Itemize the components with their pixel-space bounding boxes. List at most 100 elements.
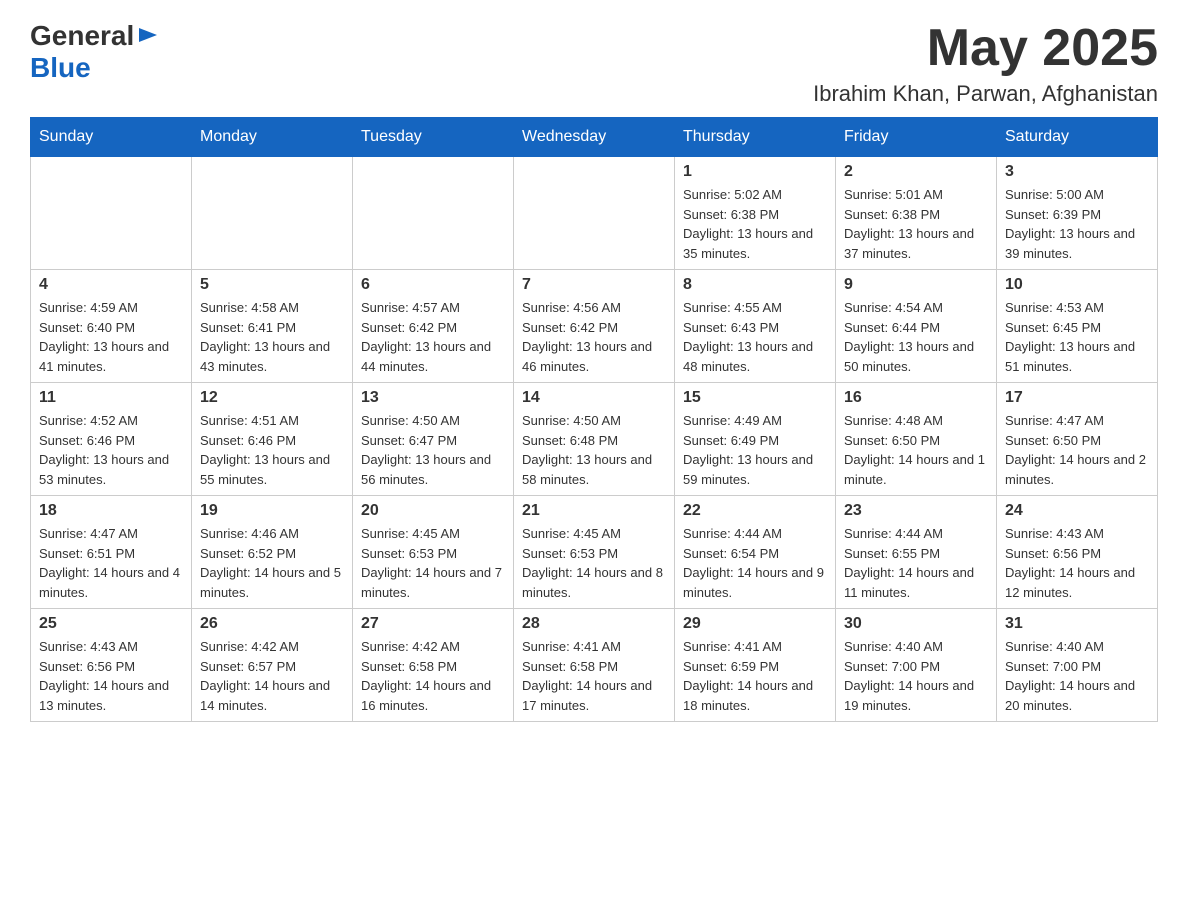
day-number: 11 — [39, 389, 183, 407]
day-info: Sunrise: 4:48 AMSunset: 6:50 PMDaylight:… — [844, 411, 988, 489]
day-info: Sunrise: 5:01 AMSunset: 6:38 PMDaylight:… — [844, 185, 988, 263]
calendar-week-row: 1 Sunrise: 5:02 AMSunset: 6:38 PMDaylight… — [31, 157, 1158, 270]
day-number: 17 — [1005, 389, 1149, 407]
table-row: 6 Sunrise: 4:57 AMSunset: 6:42 PMDaylight… — [353, 270, 514, 383]
day-number: 25 — [39, 615, 183, 633]
table-row: 20 Sunrise: 4:45 AMSunset: 6:53 PMDayligh… — [353, 496, 514, 609]
table-row: 25 Sunrise: 4:43 AMSunset: 6:56 PMDayligh… — [31, 609, 192, 722]
calendar-table: Sunday Monday Tuesday Wednesday Thursday… — [30, 117, 1158, 722]
day-info: Sunrise: 4:57 AMSunset: 6:42 PMDaylight:… — [361, 298, 505, 376]
day-number: 14 — [522, 389, 666, 407]
day-number: 6 — [361, 276, 505, 294]
day-number: 28 — [522, 615, 666, 633]
day-info: Sunrise: 4:54 AMSunset: 6:44 PMDaylight:… — [844, 298, 988, 376]
logo: General Blue — [30, 20, 159, 84]
day-number: 12 — [200, 389, 344, 407]
day-info: Sunrise: 4:52 AMSunset: 6:46 PMDaylight:… — [39, 411, 183, 489]
table-row: 13Sunrise: 4:50 AMSunset: 6:47 PMDayligh… — [353, 383, 514, 496]
table-row: 28Sunrise: 4:41 AMSunset: 6:58 PMDayligh… — [514, 609, 675, 722]
day-number: 29 — [683, 615, 827, 633]
calendar-week-row: 11 Sunrise: 4:52 AMSunset: 6:46 PMDayligh… — [31, 383, 1158, 496]
day-info: Sunrise: 4:50 AMSunset: 6:48 PMDaylight:… — [522, 411, 666, 489]
day-number: 23 — [844, 502, 988, 520]
day-number: 8 — [683, 276, 827, 294]
day-number: 27 — [361, 615, 505, 633]
table-row: 29 Sunrise: 4:41 AMSunset: 6:59 PMDayligh… — [675, 609, 836, 722]
table-row — [31, 157, 192, 270]
day-number: 7 — [522, 276, 666, 294]
day-info: Sunrise: 4:46 AMSunset: 6:52 PMDaylight:… — [200, 524, 344, 602]
day-number: 9 — [844, 276, 988, 294]
calendar-week-row: 4Sunrise: 4:59 AMSunset: 6:40 PMDaylight… — [31, 270, 1158, 383]
table-row: 23Sunrise: 4:44 AMSunset: 6:55 PMDayligh… — [836, 496, 997, 609]
calendar-week-row: 25 Sunrise: 4:43 AMSunset: 6:56 PMDayligh… — [31, 609, 1158, 722]
day-info: Sunrise: 4:45 AMSunset: 6:53 PMDaylight:… — [522, 524, 666, 602]
day-info: Sunrise: 4:47 AMSunset: 6:50 PMDaylight:… — [1005, 411, 1149, 489]
calendar-header-row: Sunday Monday Tuesday Wednesday Thursday… — [31, 118, 1158, 157]
day-number: 31 — [1005, 615, 1149, 633]
header-sunday: Sunday — [31, 118, 192, 157]
table-row: 17 Sunrise: 4:47 AMSunset: 6:50 PMDayligh… — [997, 383, 1158, 496]
day-number: 24 — [1005, 502, 1149, 520]
header-monday: Monday — [192, 118, 353, 157]
table-row: 31Sunrise: 4:40 AMSunset: 7:00 PMDayligh… — [997, 609, 1158, 722]
table-row: 3Sunrise: 5:00 AMSunset: 6:39 PMDaylight… — [997, 157, 1158, 270]
day-info: Sunrise: 4:51 AMSunset: 6:46 PMDaylight:… — [200, 411, 344, 489]
day-number: 16 — [844, 389, 988, 407]
table-row: 2 Sunrise: 5:01 AMSunset: 6:38 PMDaylight… — [836, 157, 997, 270]
table-row: 4Sunrise: 4:59 AMSunset: 6:40 PMDaylight… — [31, 270, 192, 383]
table-row: 7 Sunrise: 4:56 AMSunset: 6:42 PMDaylight… — [514, 270, 675, 383]
calendar-week-row: 18Sunrise: 4:47 AMSunset: 6:51 PMDayligh… — [31, 496, 1158, 609]
day-number: 2 — [844, 163, 988, 181]
table-row: 30Sunrise: 4:40 AMSunset: 7:00 PMDayligh… — [836, 609, 997, 722]
logo-general: General — [30, 20, 134, 52]
table-row: 14 Sunrise: 4:50 AMSunset: 6:48 PMDayligh… — [514, 383, 675, 496]
header-wednesday: Wednesday — [514, 118, 675, 157]
day-number: 21 — [522, 502, 666, 520]
header-tuesday: Tuesday — [353, 118, 514, 157]
day-info: Sunrise: 4:58 AMSunset: 6:41 PMDaylight:… — [200, 298, 344, 376]
table-row: 19 Sunrise: 4:46 AMSunset: 6:52 PMDayligh… — [192, 496, 353, 609]
day-number: 30 — [844, 615, 988, 633]
header-friday: Friday — [836, 118, 997, 157]
table-row: 10 Sunrise: 4:53 AMSunset: 6:45 PMDayligh… — [997, 270, 1158, 383]
day-info: Sunrise: 4:43 AMSunset: 6:56 PMDaylight:… — [1005, 524, 1149, 602]
day-number: 5 — [200, 276, 344, 294]
day-info: Sunrise: 4:41 AMSunset: 6:59 PMDaylight:… — [683, 637, 827, 715]
table-row — [353, 157, 514, 270]
table-row: 18Sunrise: 4:47 AMSunset: 6:51 PMDayligh… — [31, 496, 192, 609]
title-section: May 2025 Ibrahim Khan, Parwan, Afghanist… — [813, 20, 1158, 107]
table-row: 15 Sunrise: 4:49 AMSunset: 6:49 PMDayligh… — [675, 383, 836, 496]
page-header: General Blue May 2025 Ibrahim Khan, Parw… — [30, 20, 1158, 107]
table-row: 12 Sunrise: 4:51 AMSunset: 6:46 PMDayligh… — [192, 383, 353, 496]
day-number: 10 — [1005, 276, 1149, 294]
table-row: 27Sunrise: 4:42 AMSunset: 6:58 PMDayligh… — [353, 609, 514, 722]
day-number: 13 — [361, 389, 505, 407]
location-title: Ibrahim Khan, Parwan, Afghanistan — [813, 81, 1158, 107]
table-row: 5 Sunrise: 4:58 AMSunset: 6:41 PMDaylight… — [192, 270, 353, 383]
day-number: 26 — [200, 615, 344, 633]
logo-arrow-icon — [137, 24, 159, 46]
table-row — [514, 157, 675, 270]
table-row: 21 Sunrise: 4:45 AMSunset: 6:53 PMDayligh… — [514, 496, 675, 609]
header-saturday: Saturday — [997, 118, 1158, 157]
day-number: 20 — [361, 502, 505, 520]
table-row: 9 Sunrise: 4:54 AMSunset: 6:44 PMDaylight… — [836, 270, 997, 383]
day-info: Sunrise: 5:02 AMSunset: 6:38 PMDaylight:… — [683, 185, 827, 263]
day-number: 19 — [200, 502, 344, 520]
day-info: Sunrise: 4:53 AMSunset: 6:45 PMDaylight:… — [1005, 298, 1149, 376]
table-row — [192, 157, 353, 270]
table-row: 24 Sunrise: 4:43 AMSunset: 6:56 PMDayligh… — [997, 496, 1158, 609]
day-info: Sunrise: 4:44 AMSunset: 6:54 PMDaylight:… — [683, 524, 827, 602]
day-number: 18 — [39, 502, 183, 520]
day-number: 15 — [683, 389, 827, 407]
day-number: 4 — [39, 276, 183, 294]
day-info: Sunrise: 4:56 AMSunset: 6:42 PMDaylight:… — [522, 298, 666, 376]
day-number: 1 — [683, 163, 827, 181]
day-info: Sunrise: 4:43 AMSunset: 6:56 PMDaylight:… — [39, 637, 183, 715]
table-row: 8Sunrise: 4:55 AMSunset: 6:43 PMDaylight… — [675, 270, 836, 383]
day-info: Sunrise: 4:45 AMSunset: 6:53 PMDaylight:… — [361, 524, 505, 602]
day-info: Sunrise: 4:49 AMSunset: 6:49 PMDaylight:… — [683, 411, 827, 489]
day-info: Sunrise: 4:42 AMSunset: 6:57 PMDaylight:… — [200, 637, 344, 715]
table-row: 22Sunrise: 4:44 AMSunset: 6:54 PMDayligh… — [675, 496, 836, 609]
